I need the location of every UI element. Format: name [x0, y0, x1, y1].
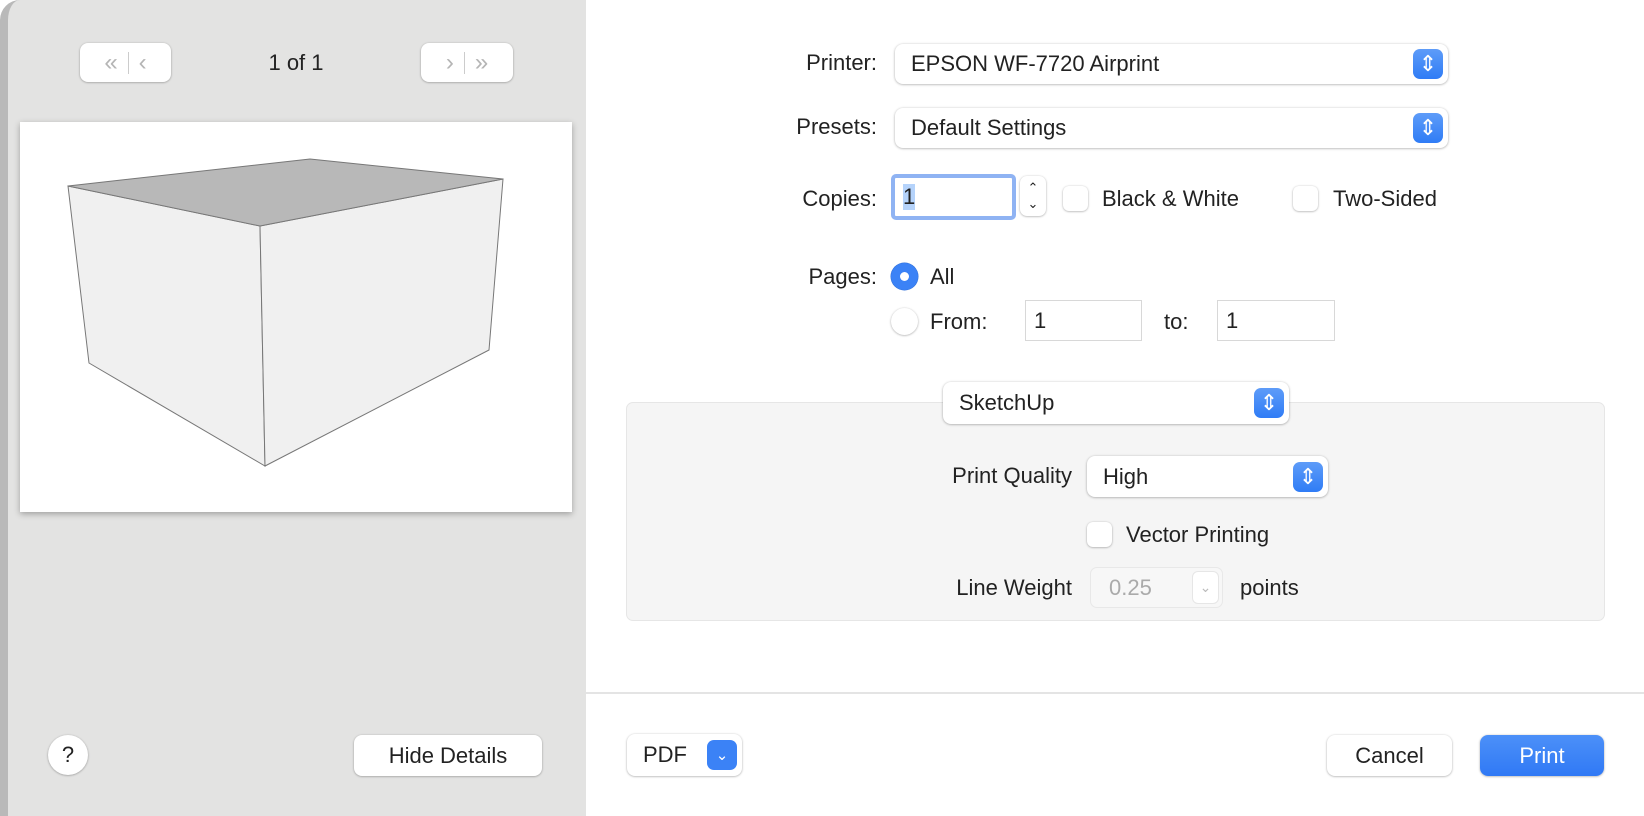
page-preview — [20, 122, 572, 512]
help-button[interactable]: ? — [48, 735, 88, 775]
print-quality-select[interactable]: High ⇕ — [1087, 456, 1328, 497]
decrement-icon[interactable]: ⌄ — [1028, 196, 1039, 212]
up-down-arrows-icon: ⇕ — [1293, 461, 1323, 492]
printer-select[interactable]: EPSON WF-7720 Airprint ⇕ — [895, 44, 1448, 84]
from-page-value: 1 — [1034, 307, 1047, 333]
line-weight-value: 0.25 — [1109, 574, 1152, 600]
next-last-page-buttons[interactable]: ›» — [421, 43, 513, 82]
divider — [127, 51, 129, 74]
page-indicator: 1 of 1 — [268, 50, 324, 75]
vector-printing-label: Vector Printing — [1126, 522, 1270, 547]
to-page-input[interactable]: 1 — [1217, 300, 1335, 341]
black-white-checkbox[interactable] — [1063, 186, 1088, 211]
radio-dot-icon — [900, 272, 909, 281]
last-page-icon[interactable]: » — [475, 49, 488, 77]
line-weight-combo: 0.25 ⌄ — [1090, 567, 1223, 608]
previous-page-icon[interactable]: ‹ — [139, 49, 147, 77]
chevron-down-icon: ⌄ — [707, 740, 737, 770]
print-quality-label: Print Quality — [952, 463, 1072, 488]
box-model-drawing — [67, 158, 504, 467]
line-weight-label: Line Weight — [956, 575, 1072, 600]
to-page-value: 1 — [1226, 307, 1239, 333]
vector-printing-checkbox[interactable] — [1087, 522, 1112, 547]
copies-label: Copies: — [802, 186, 877, 211]
printer-label: Printer: — [806, 50, 877, 75]
hide-details-button[interactable]: Hide Details — [354, 735, 542, 776]
increment-icon[interactable]: ⌃ — [1028, 180, 1039, 196]
two-sided-label: Two-Sided — [1333, 186, 1437, 211]
to-label: to: — [1164, 309, 1189, 334]
first-prev-page-buttons[interactable]: «‹ — [80, 43, 171, 82]
divider — [463, 51, 465, 74]
print-button[interactable]: Print — [1480, 735, 1604, 776]
first-page-icon[interactable]: « — [104, 49, 117, 77]
from-label: From: — [930, 309, 988, 334]
up-down-arrows-icon: ⇕ — [1413, 113, 1443, 143]
up-down-arrows-icon: ⇕ — [1254, 388, 1284, 418]
from-page-input[interactable]: 1 — [1025, 300, 1142, 341]
footer-divider — [586, 692, 1644, 694]
line-weight-unit: points — [1240, 575, 1299, 600]
pages-label: Pages: — [808, 264, 878, 289]
two-sided-checkbox[interactable] — [1293, 186, 1318, 211]
copies-input[interactable]: 1 — [891, 174, 1016, 220]
black-white-label: Black & White — [1102, 186, 1239, 211]
cancel-button[interactable]: Cancel — [1327, 735, 1452, 776]
chevron-down-icon: ⌄ — [1192, 571, 1219, 604]
up-down-arrows-icon: ⇕ — [1413, 49, 1443, 79]
section-select[interactable]: SketchUp ⇕ — [943, 382, 1289, 424]
presets-value: Default Settings — [911, 115, 1067, 140]
copies-value: 1 — [903, 184, 916, 210]
pages-from-radio[interactable] — [891, 308, 918, 335]
pages-all-label: All — [930, 264, 955, 289]
pages-all-radio[interactable] — [891, 263, 918, 290]
pdf-menu-button[interactable]: PDF ⌄ — [627, 734, 742, 776]
pdf-label: PDF — [643, 742, 687, 767]
next-page-icon[interactable]: › — [446, 49, 454, 77]
copies-stepper[interactable]: ⌃ ⌄ — [1020, 176, 1046, 216]
print-quality-value: High — [1103, 463, 1149, 489]
printer-value: EPSON WF-7720 Airprint — [911, 51, 1160, 76]
section-value: SketchUp — [959, 390, 1055, 415]
presets-label: Presets: — [796, 114, 877, 139]
presets-select[interactable]: Default Settings ⇕ — [895, 108, 1448, 148]
